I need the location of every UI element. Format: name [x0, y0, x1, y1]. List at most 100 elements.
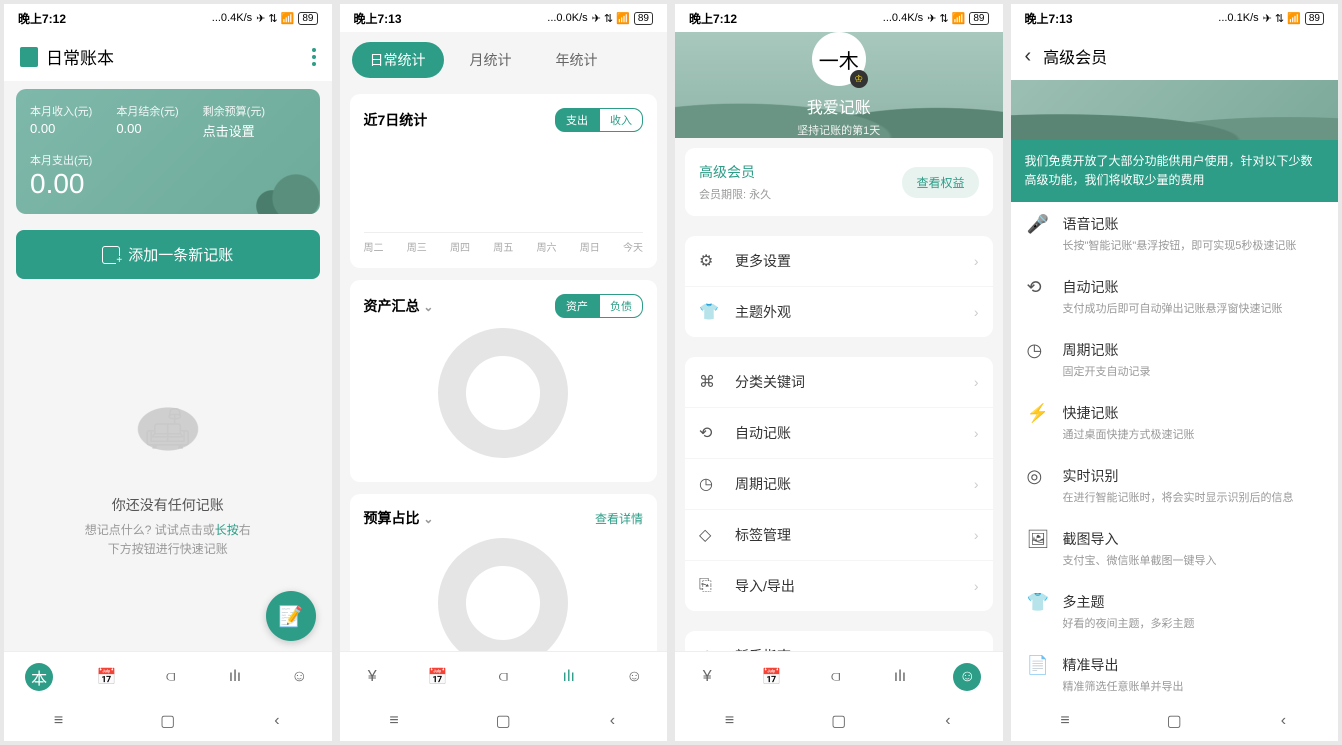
status-bar: 晚上7:13 ...0.1K/s ✈ ⇅ 📶 89	[1011, 4, 1339, 32]
empty-hint: 想记点什么? 试试点击或长按右下方按钮进行快速记账	[85, 521, 251, 559]
profile-hero: 一木 我爱记账 坚持记账的第1天	[675, 32, 1003, 138]
feature-icon: ⟲	[1027, 277, 1049, 316]
settings-group-2: ⌘分类关键词› ⟲自动记账› ◷周期记账› ◇标签管理› ⎘导入/导出›	[685, 357, 993, 611]
chevron-down-icon[interactable]: ⌄	[423, 300, 433, 314]
chart-axis: 周二周三周四周五周六周日今天	[364, 232, 644, 254]
feature-desc: 长按"智能记账"悬浮按钮，即可实现5秒极速记账	[1063, 237, 1297, 253]
summary-card: 本月收入(元)0.00 本月结余(元)0.00 剩余预算(元)点击设置 本月支出…	[16, 89, 320, 214]
donut-chart-budget	[438, 538, 568, 651]
status-bar: 晚上7:12 ...0.4K/s ✈ ⇅ 📶 89	[675, 4, 1003, 32]
feature-title: 精准导出	[1063, 655, 1184, 675]
panel-7day: 近7日统计 支出收入 周二周三周四周五周六周日今天	[350, 94, 658, 268]
feature-desc: 在进行智能记账时，将会实时显示识别后的信息	[1063, 489, 1294, 505]
donut-chart-assets	[438, 328, 568, 458]
page-title: 高级会员	[1043, 44, 1107, 68]
menu-button[interactable]	[312, 48, 316, 66]
theme-icon: 👕	[699, 302, 721, 322]
feature-title: 实时识别	[1063, 466, 1294, 486]
feature-icon: ◎	[1027, 466, 1049, 505]
feature-row: ⚡快捷记账通过桌面快捷方式极速记账	[1011, 391, 1339, 454]
feature-row: ◎ 实时识别在进行智能记账时，将会实时显示识别后的信息	[1011, 454, 1339, 517]
bottom-nav: ¥ 📅 ⫏ ılı ☺	[675, 651, 1003, 701]
nav-assets[interactable]: ⫏	[492, 666, 514, 688]
nav-stats[interactable]: ılı	[224, 666, 246, 688]
view-details-link[interactable]: 查看详情	[595, 510, 643, 527]
nav-assets[interactable]: ⫏	[825, 666, 847, 688]
empty-title: 你还没有任何记账	[112, 495, 224, 515]
nav-profile[interactable]: ☺	[623, 666, 645, 688]
feature-desc: 固定开支自动记录	[1063, 363, 1151, 379]
fab-quick-record[interactable]: 📝	[266, 591, 316, 641]
sys-home[interactable]: ▢	[153, 711, 183, 731]
toggle-expense-income[interactable]: 支出收入	[555, 108, 643, 132]
gear-icon: ⚙	[699, 251, 721, 271]
nav-assets[interactable]: ⫏	[160, 666, 182, 688]
toggle-asset-debt[interactable]: 资产负债	[555, 294, 643, 318]
tab-daily[interactable]: 日常统计	[352, 42, 444, 78]
nav-stats[interactable]: ılı	[889, 666, 911, 688]
hero-banner	[1011, 80, 1339, 140]
avatar[interactable]: 一木	[812, 32, 866, 86]
chevron-right-icon: ›	[974, 253, 979, 269]
page-header: ‹ 高级会员	[1011, 32, 1339, 80]
system-nav: ≡▢‹	[1011, 701, 1339, 741]
feature-row: 🖼截图导入支付宝、微信账单截图一键导入	[1011, 517, 1339, 580]
row-import-export[interactable]: ⎘导入/导出›	[685, 561, 993, 611]
row-guide[interactable]: ☺新手指南›	[685, 631, 993, 651]
nav-home[interactable]: 本	[25, 663, 53, 691]
feature-desc: 通过桌面快捷方式极速记账	[1063, 426, 1195, 442]
feature-title: 自动记账	[1063, 277, 1283, 297]
nav-profile[interactable]: ☺	[953, 663, 981, 691]
feature-title: 语音记账	[1063, 214, 1297, 234]
system-nav: ≡ ▢ ‹	[4, 701, 332, 741]
feature-row: 📄精准导出精准筛选任意账单并导出	[1011, 643, 1339, 701]
stat-balance: 本月结余(元)0.00	[116, 103, 178, 140]
feature-title: 多主题	[1063, 592, 1195, 612]
status-bar: 晚上7:12 ...0.4K/s ✈ ⇅ 📶 89	[4, 4, 332, 32]
panel-budget: 预算占比 ⌄ 查看详情	[350, 494, 658, 651]
view-rights-button[interactable]: 查看权益	[902, 167, 978, 198]
sys-recent[interactable]: ≡	[44, 712, 74, 730]
empty-illustration: 🛋	[98, 379, 238, 479]
feature-desc: 支付成功后即可自动弹出记账悬浮窗快速记账	[1063, 300, 1283, 316]
system-nav: ≡▢‹	[340, 701, 668, 741]
chevron-down-icon[interactable]: ⌄	[423, 512, 433, 526]
feature-title: 快捷记账	[1063, 403, 1195, 423]
status-bar: 晚上7:13 ...0.0K/s ✈ ⇅ 📶 89	[340, 4, 668, 32]
feature-list: 🎤语音记账长按"智能记账"悬浮按钮，即可实现5秒极速记账⟲自动记账支付成功后即可…	[1011, 202, 1339, 701]
settings-group-1: ⚙更多设置› 👕主题外观›	[685, 236, 993, 337]
ledger-title[interactable]: 日常账本	[20, 44, 114, 69]
feature-desc: 好看的夜间主题，多彩主题	[1063, 615, 1195, 631]
row-more-settings[interactable]: ⚙更多设置›	[685, 236, 993, 287]
profile-subtitle: 坚持记账的第1天	[797, 122, 880, 138]
nav-home[interactable]: ¥	[696, 666, 718, 688]
row-periodic[interactable]: ◷周期记账›	[685, 459, 993, 510]
row-tags[interactable]: ◇标签管理›	[685, 510, 993, 561]
stats-tabs: 日常统计 月统计 年统计	[340, 32, 668, 88]
row-auto-record[interactable]: ⟲自动记账›	[685, 408, 993, 459]
nav-calendar[interactable]: 📅	[427, 666, 449, 688]
feature-row: ⟲ 自动记账支付成功后即可自动弹出记账悬浮窗快速记账	[1011, 265, 1339, 328]
screen-stats: 晚上7:13 ...0.0K/s ✈ ⇅ 📶 89 日常统计 月统计 年统计 近…	[340, 4, 668, 741]
tab-yearly[interactable]: 年统计	[538, 42, 616, 78]
nav-home[interactable]: ¥	[361, 666, 383, 688]
row-categories[interactable]: ⌘分类关键词›	[685, 357, 993, 408]
feature-title: 截图导入	[1063, 529, 1217, 549]
app-header: 日常账本	[4, 32, 332, 81]
nav-profile[interactable]: ☺	[288, 666, 310, 688]
add-icon	[102, 246, 120, 264]
feature-desc: 精准筛选任意账单并导出	[1063, 678, 1184, 694]
stat-budget[interactable]: 剩余预算(元)点击设置	[203, 103, 265, 140]
feature-icon: ◷	[1027, 340, 1049, 379]
back-button[interactable]: ‹	[1025, 45, 1032, 68]
feature-title: 周期记账	[1063, 340, 1151, 360]
nav-calendar[interactable]: 📅	[760, 666, 782, 688]
screen-premium: 晚上7:13 ...0.1K/s ✈ ⇅ 📶 89 ‹ 高级会员 我们免费开放了…	[1011, 4, 1339, 741]
row-theme[interactable]: 👕主题外观›	[685, 287, 993, 337]
add-record-button[interactable]: 添加一条新记账	[16, 230, 320, 279]
nav-stats[interactable]: ılı	[558, 666, 580, 688]
tab-monthly[interactable]: 月统计	[452, 42, 530, 78]
nav-calendar[interactable]: 📅	[95, 666, 117, 688]
sys-back[interactable]: ‹	[262, 712, 292, 730]
bottom-nav: ¥ 📅 ⫏ ılı ☺	[340, 651, 668, 701]
